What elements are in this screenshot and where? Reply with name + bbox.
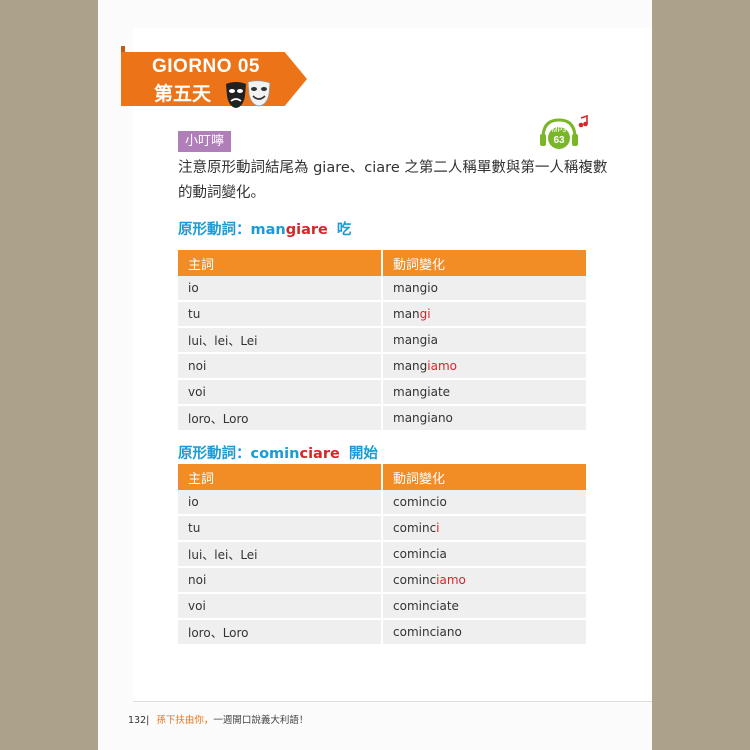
tip-label: 小叮嚀 (178, 131, 232, 152)
column-header-subject: 主詞 (178, 464, 382, 490)
book-title: 孫下扶由你， (156, 715, 214, 726)
table-row: voi cominciate (178, 593, 586, 620)
conjugation-stem: mangiano (393, 411, 453, 425)
column-header-conjugation: 動詞變化 (381, 464, 586, 490)
table-row: noi cominciamo (178, 567, 586, 594)
conjugation-table-cominciare: 主詞 動詞變化 io comincio tu cominci lui、lei、L… (178, 464, 586, 646)
conjugation-stem: mangio (393, 281, 438, 295)
verb-title-prefix: 原形動詞： (178, 222, 251, 238)
book-subtitle: 一週開口說義大利語！ (213, 715, 309, 726)
subject-cell: voi (178, 379, 382, 406)
verb-title-mangiare: 原形動詞：mangiare 吃 (178, 218, 351, 239)
column-header-subject: 主詞 (178, 250, 382, 276)
table-row: lui、lei、Lei comincia (178, 541, 586, 568)
background-right (652, 0, 750, 750)
verb-meaning: 吃 (336, 222, 352, 238)
day-banner-title: GIORNO 05 (152, 56, 260, 77)
table-row: loro、Loro mangiano (178, 405, 586, 432)
conjugation-cell: mangi (381, 301, 586, 328)
conjugation-stem: cominc (393, 573, 437, 587)
subject-cell: noi (178, 353, 382, 380)
table-row: io comincio (178, 490, 586, 516)
conjugation-cell: comincia (381, 541, 586, 568)
table-row: tu mangi (178, 301, 586, 328)
conjugation-stem: cominciate (393, 599, 459, 613)
verb-ending: giare (285, 222, 328, 238)
conjugation-stem: cominciano (393, 625, 462, 639)
conjugation-ending: gi (419, 307, 431, 321)
table-row: loro、Loro cominciano (178, 619, 586, 646)
conjugation-stem: mangiate (393, 385, 451, 399)
verb-title-prefix: 原形動詞： (178, 446, 251, 462)
verb-ending: ciare (299, 446, 340, 462)
theatre-masks-icon (226, 80, 271, 108)
conjugation-ending: i (436, 521, 440, 535)
day-banner-subtitle: 第五天 (154, 83, 212, 105)
conjugation-cell: mangiamo (381, 353, 586, 380)
mp3-label: MP3 (551, 127, 567, 134)
table-row: lui、lei、Lei mangia (178, 327, 586, 354)
footer-divider (133, 701, 652, 702)
conjugation-cell: cominciate (381, 593, 586, 620)
page-number: 132| (128, 715, 150, 726)
conjugation-stem: cominc (393, 521, 437, 535)
mp3-audio-icon[interactable]: MP3 63 (537, 114, 589, 154)
mp3-track-number: 63 (553, 135, 565, 146)
subject-cell: lui、lei、Lei (178, 541, 382, 568)
table-header-row: 主詞 動詞變化 (178, 250, 586, 276)
conjugation-cell: cominciamo (381, 567, 586, 594)
background-left (0, 0, 98, 750)
subject-cell: loro、Loro (178, 405, 382, 432)
conjugation-stem: comincio (393, 495, 447, 509)
table-row: tu cominci (178, 515, 586, 542)
subject-cell: loro、Loro (178, 619, 382, 646)
column-header-conjugation: 動詞變化 (381, 250, 586, 276)
conjugation-stem: comincia (393, 547, 447, 561)
conjugation-cell: cominciano (381, 619, 586, 646)
subject-cell: lui、lei、Lei (178, 327, 382, 354)
conjugation-cell: cominci (381, 515, 586, 542)
verb-stem: comin (250, 446, 300, 462)
subject-cell: io (178, 490, 382, 516)
conjugation-stem: man (393, 307, 420, 321)
conjugation-stem: mangia (393, 333, 438, 347)
conjugation-cell: mangiano (381, 405, 586, 432)
table-header-row: 主詞 動詞變化 (178, 464, 586, 490)
headphones-icon (540, 114, 588, 149)
verb-stem: man (250, 222, 286, 238)
table-row: io mangio (178, 276, 586, 302)
subject-cell: tu (178, 301, 382, 328)
table-row: voi mangiate (178, 379, 586, 406)
conjugation-cell: mangiate (381, 379, 586, 406)
subject-cell: noi (178, 567, 382, 594)
subject-cell: voi (178, 593, 382, 620)
conjugation-stem: mang (393, 359, 428, 373)
conjugation-cell: mangia (381, 327, 586, 354)
subject-cell: tu (178, 515, 382, 542)
conjugation-cell: comincio (381, 490, 586, 516)
page-footer: 132| 孫下扶由你，一週開口說義大利語！ (128, 712, 308, 726)
table-row: noi mangiamo (178, 353, 586, 380)
subject-cell: io (178, 276, 382, 302)
conjugation-table-mangiare: 主詞 動詞變化 io mangio tu mangi lui、lei、Lei m… (178, 250, 586, 432)
verb-title-cominciare: 原形動詞：cominciare 開始 (178, 442, 378, 463)
conjugation-ending: iamo (436, 573, 466, 587)
conjugation-ending: iamo (427, 359, 457, 373)
conjugation-cell: mangio (381, 276, 586, 302)
verb-meaning: 開始 (348, 446, 378, 462)
tip-text: 注意原形動詞結尾為 giare、ciare 之第二人稱單數與第一人稱複數的動詞變… (178, 160, 608, 201)
